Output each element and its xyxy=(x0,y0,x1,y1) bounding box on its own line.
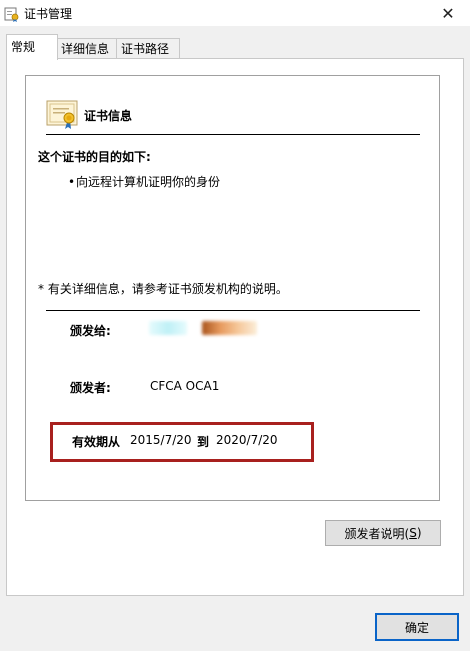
issued-to-label: 颁发给: xyxy=(70,324,111,338)
button-label-end: ) xyxy=(416,526,422,540)
button-label: 颁发者说明( xyxy=(344,526,410,541)
tab-general[interactable]: 常规 xyxy=(6,34,58,60)
close-button[interactable]: ✕ xyxy=(426,0,470,26)
tab-label: 证书路径 xyxy=(121,42,170,56)
certificate-info-box: 证书信息 这个证书的目的如下: •向远程计算机证明你的身份 * 有关详细信息，请… xyxy=(25,75,440,501)
close-icon: ✕ xyxy=(441,3,455,23)
purpose-text: 向远程计算机证明你的身份 xyxy=(76,175,221,189)
issuer-value: CFCA OCA1 xyxy=(150,379,220,393)
valid-from-label: 有效期从 xyxy=(72,435,121,449)
bullet-icon: • xyxy=(68,175,76,189)
redacted-issued-to xyxy=(202,321,257,335)
purpose-item: •向远程计算机证明你的身份 xyxy=(68,173,220,190)
certificate-app-icon xyxy=(4,7,19,22)
tab-label: 常规 xyxy=(11,40,36,54)
details-note: * 有关详细信息，请参考证书颁发机构的说明。 xyxy=(38,282,288,296)
valid-to-value: 2020/7/20 xyxy=(216,433,278,447)
button-label: 确定 xyxy=(404,620,429,635)
tab-details[interactable]: 详细信息 xyxy=(56,38,120,59)
divider xyxy=(46,134,420,135)
issuer-label: 颁发者: xyxy=(70,381,111,395)
tab-cert-path[interactable]: 证书路径 xyxy=(116,38,180,59)
valid-from-value: 2015/7/20 xyxy=(130,433,192,447)
redacted-issued-to xyxy=(149,321,187,335)
title-bar: 证书管理 ✕ xyxy=(0,0,470,26)
divider xyxy=(46,310,420,311)
ok-button[interactable]: 确定 xyxy=(375,613,459,641)
certificate-info-title: 证书信息 xyxy=(84,109,133,123)
tab-label: 详细信息 xyxy=(61,42,110,56)
accelerator-key: S xyxy=(409,526,417,540)
issuer-statement-button[interactable]: 颁发者说明(S) xyxy=(325,520,441,546)
certificate-icon xyxy=(46,100,78,129)
tab-panel-general: 证书信息 这个证书的目的如下: •向远程计算机证明你的身份 * 有关详细信息，请… xyxy=(6,58,464,596)
window-title: 证书管理 xyxy=(24,7,73,21)
valid-to-label: 到 xyxy=(197,435,210,449)
purpose-heading: 这个证书的目的如下: xyxy=(38,150,151,164)
